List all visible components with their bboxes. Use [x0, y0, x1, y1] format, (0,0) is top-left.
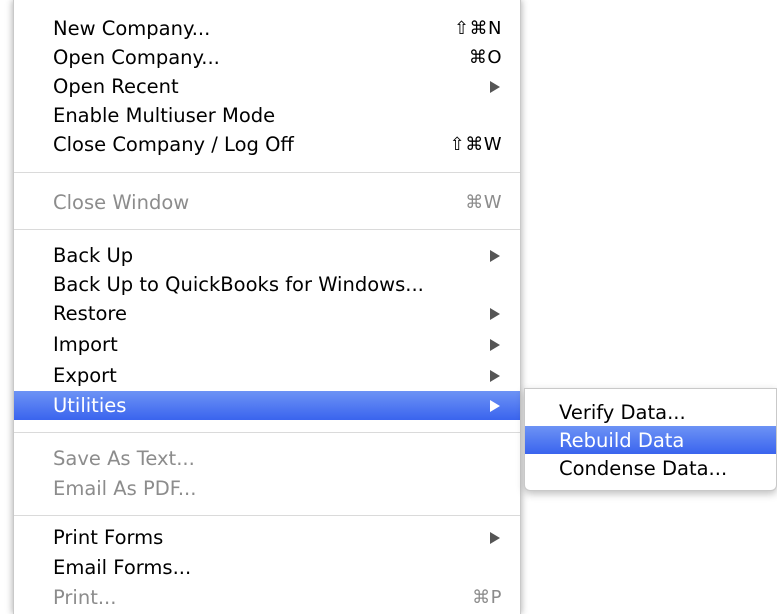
menu-item-enable-multiuser[interactable]: Enable Multiuser Mode [14, 101, 520, 130]
menu-item-back-up-windows[interactable]: Back Up to QuickBooks for Windows... [14, 270, 520, 299]
utilities-submenu: Verify Data... Rebuild Data Condense Dat… [524, 388, 777, 491]
menu-item-open-company[interactable]: Open Company... ⌘O [14, 43, 520, 72]
menu-separator [14, 432, 520, 433]
menu-item-restore[interactable]: Restore [14, 299, 520, 328]
menu-item-email-as-pdf[interactable]: Email As PDF... [14, 474, 520, 503]
menu-separator [14, 172, 520, 173]
shortcut-label: ⌘P [472, 587, 502, 608]
submenu-arrow-icon [490, 338, 500, 351]
menu-item-label: Save As Text... [53, 447, 195, 470]
menu-item-utilities[interactable]: Utilities [14, 391, 520, 420]
menu-item-export[interactable]: Export [14, 361, 520, 390]
menu-item-open-recent[interactable]: Open Recent [14, 72, 520, 101]
menu-separator [14, 229, 520, 230]
shortcut-label: ⇧⌘W [449, 134, 502, 155]
shortcut-label: ⌘O [468, 47, 502, 68]
menu-item-close-window[interactable]: Close Window ⌘W [14, 188, 520, 217]
submenu-arrow-icon [490, 80, 500, 93]
submenu-item-label: Verify Data... [559, 400, 686, 424]
menu-item-label: Utilities [53, 394, 127, 417]
file-menu: New Company... ⇧⌘N Open Company... ⌘O Op… [13, 0, 521, 614]
menu-item-import[interactable]: Import [14, 330, 520, 359]
submenu-item-label: Rebuild Data [559, 428, 685, 452]
submenu-arrow-icon [490, 249, 500, 262]
menu-item-new-company[interactable]: New Company... ⇧⌘N [14, 14, 520, 43]
submenu-item-verify-data[interactable]: Verify Data... [525, 398, 776, 426]
menu-item-label: Close Window [53, 191, 190, 214]
submenu-item-label: Condense Data... [559, 456, 728, 480]
shortcut-label: ⌘W [465, 192, 502, 213]
menu-item-label: Close Company / Log Off [53, 133, 294, 156]
menu-item-print[interactable]: Print... ⌘P [14, 583, 520, 612]
menu-item-label: Open Recent [53, 75, 179, 98]
menu-item-label: Enable Multiuser Mode [53, 104, 276, 127]
menu-item-label: Restore [53, 302, 127, 325]
menu-item-label: Email Forms... [53, 556, 192, 579]
menu-item-label: Print Forms [53, 526, 164, 549]
menu-item-print-forms[interactable]: Print Forms [14, 523, 520, 552]
menu-item-label: New Company... [53, 17, 211, 40]
menu-item-label: Open Company... [53, 46, 220, 69]
menu-item-label: Import [53, 333, 118, 356]
menu-item-label: Print... [53, 586, 117, 609]
submenu-arrow-icon [490, 369, 500, 382]
submenu-arrow-icon [490, 531, 500, 544]
menu-item-email-forms[interactable]: Email Forms... [14, 553, 520, 582]
submenu-arrow-icon [490, 307, 500, 320]
menu-separator [14, 515, 520, 516]
submenu-item-rebuild-data[interactable]: Rebuild Data [525, 426, 776, 454]
menu-item-label: Back Up to QuickBooks for Windows... [53, 273, 424, 296]
menu-item-label: Email As PDF... [53, 477, 197, 500]
menu-item-back-up[interactable]: Back Up [14, 241, 520, 270]
menu-item-save-as-text[interactable]: Save As Text... [14, 444, 520, 473]
menu-item-label: Export [53, 364, 117, 387]
submenu-arrow-icon [490, 399, 500, 412]
submenu-item-condense-data[interactable]: Condense Data... [525, 454, 776, 482]
shortcut-label: ⇧⌘N [453, 18, 502, 39]
menu-item-close-company[interactable]: Close Company / Log Off ⇧⌘W [14, 130, 520, 159]
menu-item-label: Back Up [53, 244, 134, 267]
